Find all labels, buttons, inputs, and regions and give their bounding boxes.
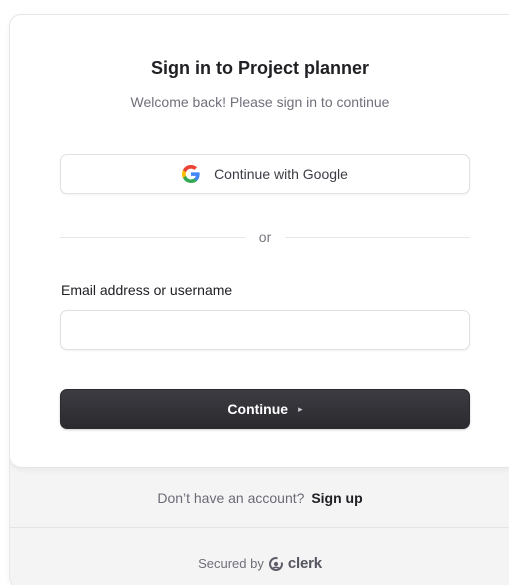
page-subtitle: Welcome back! Please sign in to continue (130, 94, 390, 110)
secured-by-text: Secured by (198, 556, 264, 571)
triangle-right-icon: ▸ (298, 403, 303, 414)
sign-in-card: Sign in to Project planner Welcome back!… (9, 14, 509, 585)
google-icon (182, 165, 200, 183)
divider-line-left (60, 236, 245, 238)
or-divider: or (60, 227, 471, 247)
divider-text: or (258, 229, 272, 245)
google-button-label: Continue with Google (214, 166, 348, 182)
sign-up-link[interactable]: Sign up (311, 490, 362, 506)
footer-divider (10, 527, 509, 528)
signup-prompt-row: Don’t have an account? Sign up (10, 490, 509, 506)
continue-button[interactable]: Continue ▸ (60, 389, 470, 429)
sign-in-main-panel: Sign in to Project planner Welcome back!… (10, 15, 509, 468)
signup-prompt-text: Don’t have an account? (157, 490, 305, 506)
clerk-brand-text: clerk (287, 555, 322, 572)
continue-with-google-button[interactable]: Continue with Google (60, 154, 470, 194)
divider-line-right (285, 236, 471, 238)
page-title: Sign in to Project planner (150, 58, 370, 78)
continue-button-label: Continue (227, 401, 289, 417)
email-field-label: Email address or username (61, 282, 233, 298)
sign-in-page: Sign in to Project planner Welcome back!… (0, 0, 509, 585)
clerk-logo-icon (268, 556, 284, 571)
secured-by-row: Secured by clerk (10, 555, 509, 572)
email-field[interactable] (60, 310, 470, 350)
